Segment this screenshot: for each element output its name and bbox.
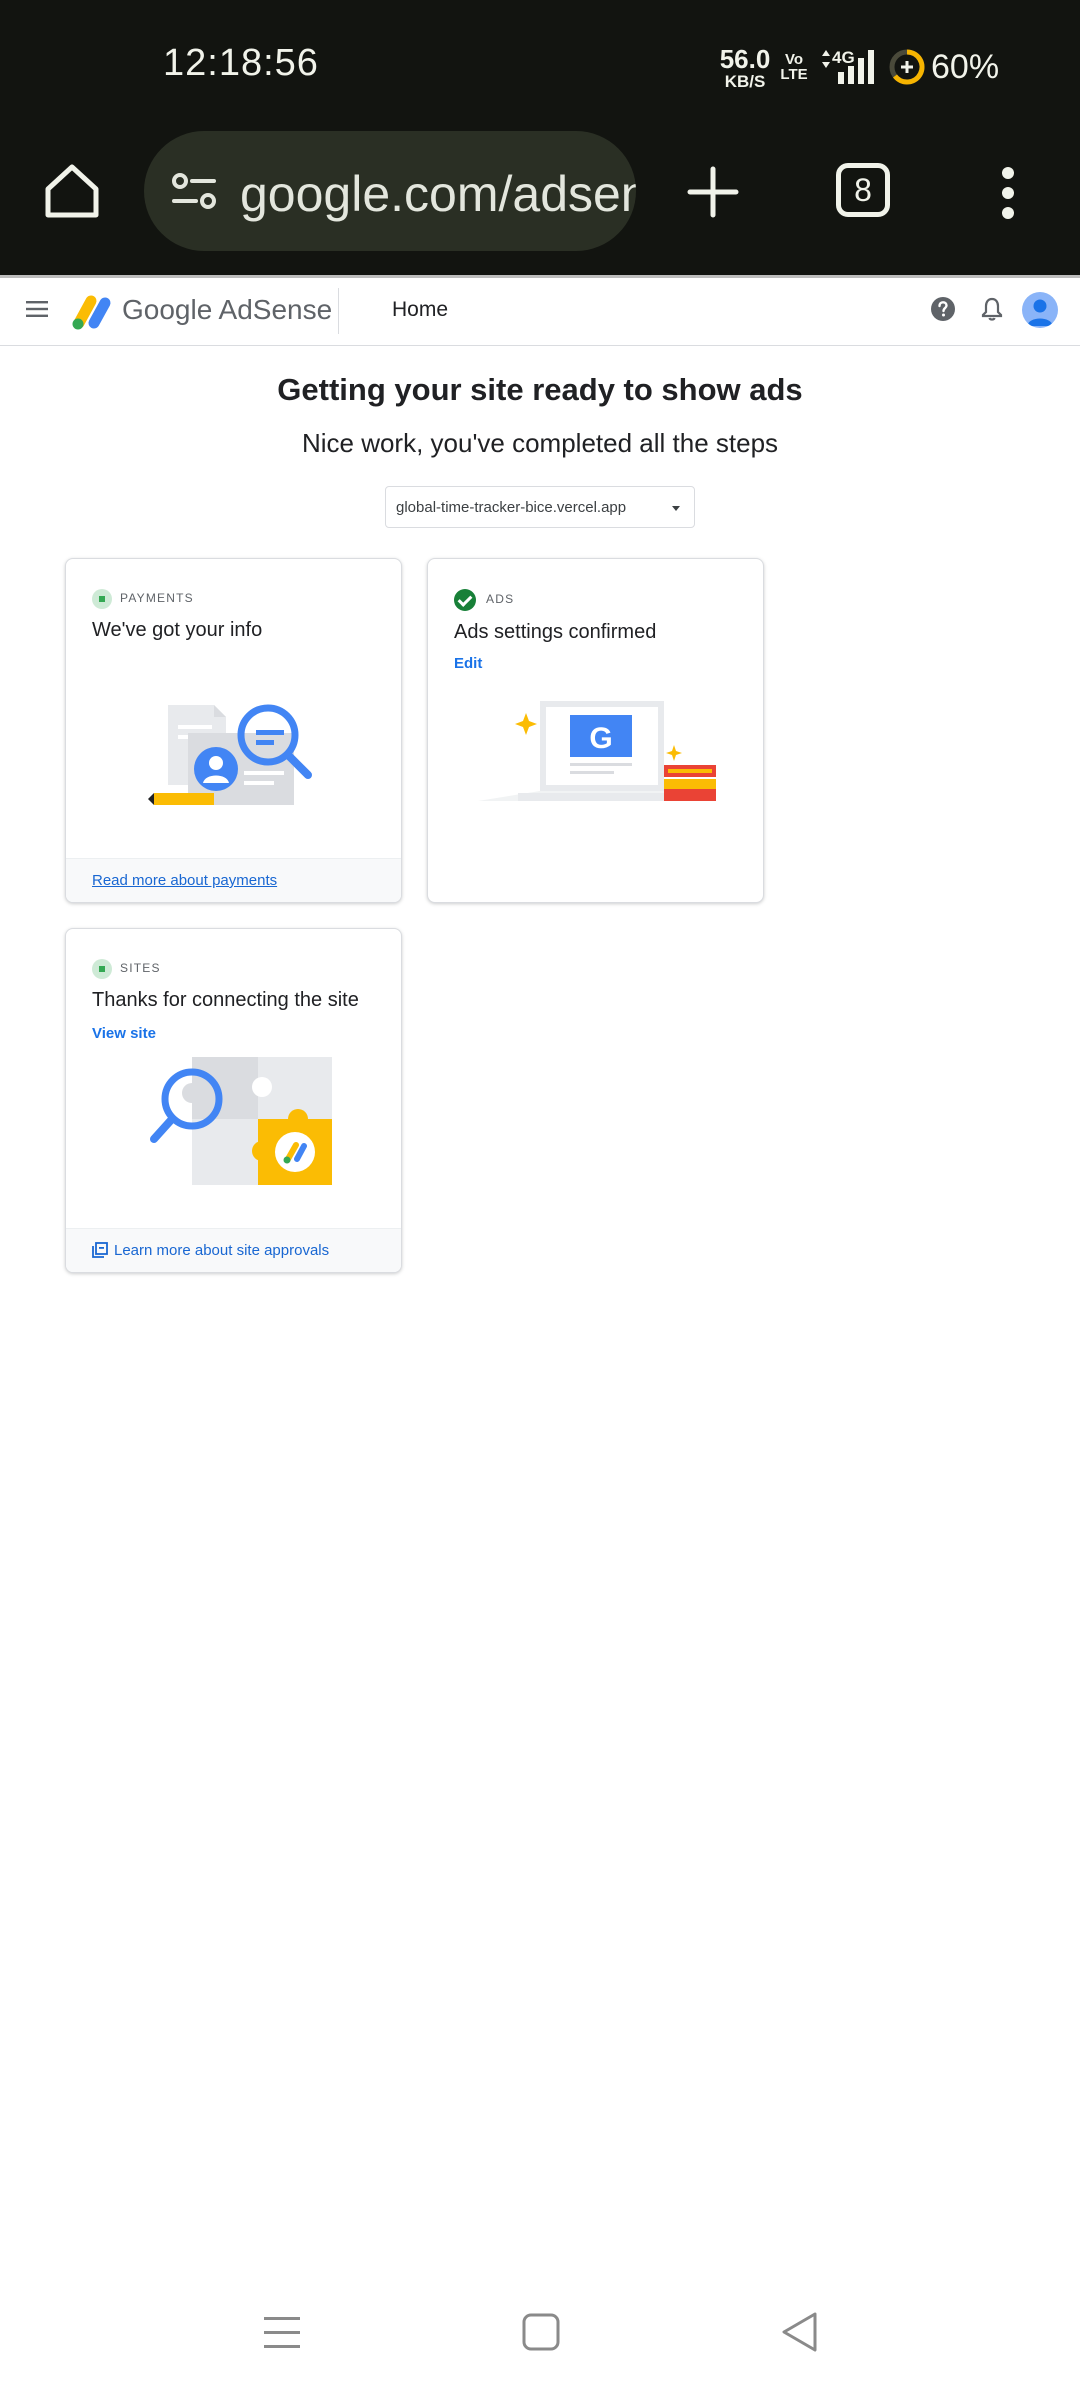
view-site-link[interactable]: View site — [92, 1025, 156, 1042]
brand-name[interactable]: Google AdSense — [122, 294, 332, 326]
status-pending-icon — [92, 959, 112, 979]
ads-card-heading: Ads settings confirmed — [454, 621, 657, 643]
notifications-icon[interactable] — [980, 296, 1004, 322]
edit-ads-link[interactable]: Edit — [454, 655, 482, 672]
payments-card: PAYMENTS We've got your info Read more a… — [65, 558, 402, 903]
payments-card-heading: We've got your info — [92, 619, 263, 641]
sites-puzzle-illustration-icon — [150, 1057, 332, 1185]
nav-back-icon[interactable] — [780, 2311, 820, 2353]
page-title: Getting your site ready to show ads — [277, 372, 803, 407]
sites-card-heading: Thanks for connecting the site — [92, 989, 359, 1011]
account-person-icon — [1027, 299, 1053, 326]
adsense-logo-icon[interactable] — [70, 292, 114, 332]
help-icon[interactable] — [930, 296, 956, 322]
network-speed-unit: KB/S — [724, 72, 766, 91]
ads-tag-label: ADS — [486, 592, 515, 607]
browser-toolbar: google.com/adsense 8 — [0, 125, 1080, 275]
site-settings-icon[interactable] — [170, 171, 220, 211]
site-selector-value: global-time-tracker-bice.vercel.app — [396, 499, 627, 516]
sites-card-tag: SITES — [92, 959, 161, 979]
recent-apps-icon[interactable] — [262, 2313, 302, 2353]
volte-indicator: Vo LTE — [780, 52, 808, 82]
account-avatar[interactable] — [1022, 292, 1058, 328]
app-header: Google AdSense Home — [0, 278, 1080, 346]
ads-card-tag: ADS — [454, 589, 514, 611]
network-type: 4G — [832, 48, 855, 67]
address-bar-url[interactable]: google.com/adsense — [240, 165, 636, 223]
nav-home-link[interactable]: Home — [392, 298, 448, 322]
status-bar: 12:18:56 56.0 KB/S Vo LTE 4G 60% — [0, 0, 1080, 125]
chevron-down-icon — [672, 506, 680, 511]
network-speed-value: 56.0 — [719, 44, 771, 74]
learn-more-site-approvals-link[interactable]: Learn more about site approvals — [114, 1242, 329, 1259]
home-icon[interactable] — [40, 159, 104, 223]
payments-tag-label: PAYMENTS — [120, 591, 194, 606]
payments-illustration-icon — [148, 704, 312, 805]
sites-card-footer: Learn more about site approvals — [66, 1228, 401, 1272]
signal-4g-icon: 4G — [822, 48, 874, 84]
address-bar[interactable]: google.com/adsense — [144, 131, 636, 251]
brand-product: AdSense — [218, 294, 333, 325]
open-in-new-icon[interactable] — [92, 1242, 108, 1258]
sites-card: SITES Thanks for connecting the site Vie… — [65, 928, 402, 1273]
volte-bottom: LTE — [780, 66, 808, 83]
status-pending-icon — [92, 589, 112, 609]
brand-google: Google — [122, 294, 213, 325]
nav-home-icon[interactable] — [522, 2313, 560, 2351]
new-tab-icon[interactable] — [686, 165, 740, 219]
battery-percent: 60% — [931, 48, 1000, 86]
ads-card: ADS Ads settings confirmed Edit G — [427, 558, 764, 903]
tab-switcher-button[interactable]: 8 — [836, 163, 890, 217]
menu-icon[interactable] — [26, 300, 48, 318]
check-circle-icon — [454, 589, 476, 611]
battery-saver-icon — [889, 49, 925, 85]
more-options-icon[interactable] — [992, 163, 1024, 223]
header-divider — [338, 288, 339, 334]
ads-laptop-illustration-icon: G — [478, 701, 716, 801]
network-speed: 56.0 KB/S — [716, 46, 774, 90]
ads-illustration-letter: G — [589, 722, 612, 755]
site-selector-dropdown[interactable]: global-time-tracker-bice.vercel.app — [385, 486, 695, 528]
payments-card-tag: PAYMENTS — [92, 589, 194, 609]
sites-tag-label: SITES — [120, 961, 161, 976]
status-clock: 12:18:56 — [163, 42, 319, 84]
page-subtitle: Nice work, you've completed all the step… — [301, 428, 779, 458]
read-more-payments-link[interactable]: Read more about payments — [92, 872, 277, 889]
payments-card-footer: Read more about payments — [66, 858, 401, 902]
